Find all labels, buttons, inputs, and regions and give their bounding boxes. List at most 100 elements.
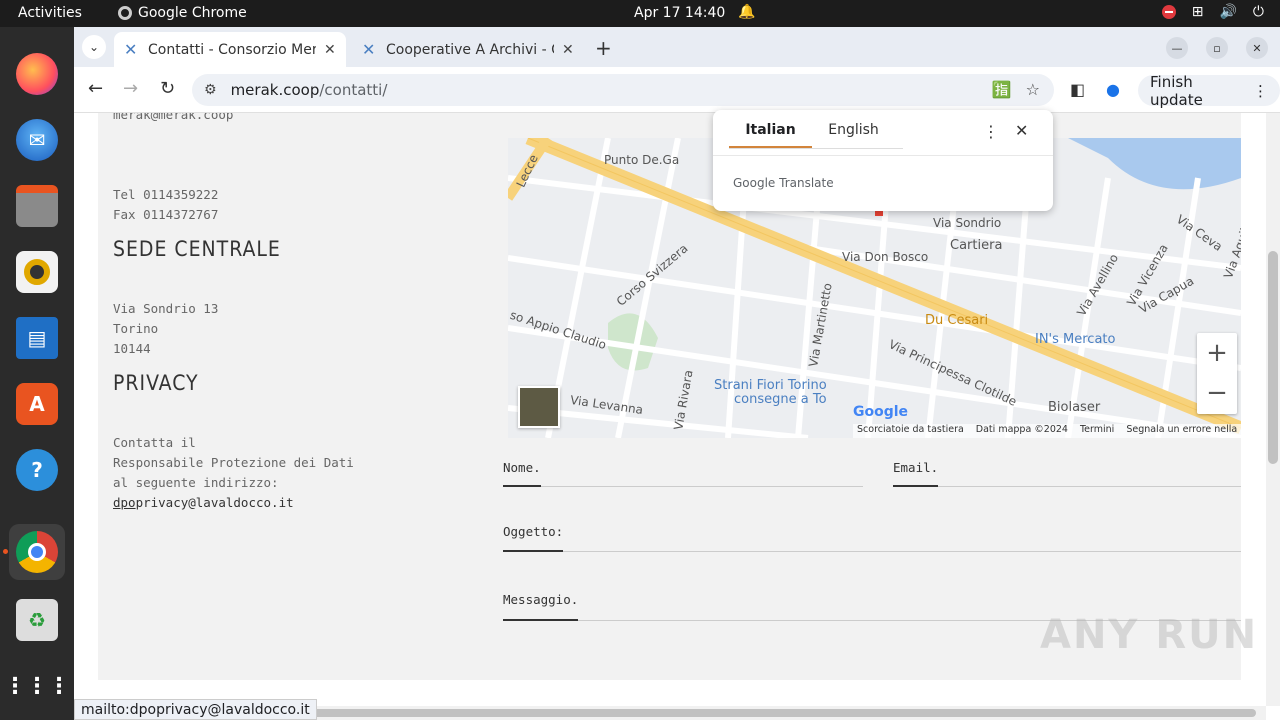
google-logo: Google bbox=[853, 404, 909, 420]
bell-icon[interactable]: 🔔 bbox=[738, 4, 755, 20]
network-icon: ⊞ bbox=[1191, 4, 1204, 20]
name-accent bbox=[503, 485, 541, 487]
thunderbird-launcher[interactable]: ✉ bbox=[9, 112, 65, 168]
tab-title: Cooperative A Archivi - C bbox=[386, 41, 554, 58]
close-tab-icon[interactable]: ✕ bbox=[562, 42, 574, 58]
thunderbird-icon: ✉ bbox=[16, 119, 58, 161]
vertical-scroll-thumb[interactable] bbox=[1268, 251, 1278, 464]
bookmark-star-icon[interactable]: ☆ bbox=[1026, 80, 1040, 99]
close-tab-icon[interactable]: ✕ bbox=[324, 42, 336, 58]
address-block: Via Sondrio 13 Torino 10144 bbox=[113, 299, 218, 359]
map-report-link[interactable]: Segnala un errore nella mappa bbox=[1126, 424, 1241, 438]
favicon-icon: ✕ bbox=[124, 39, 138, 59]
help-launcher[interactable]: ? bbox=[9, 442, 65, 498]
firefox-icon bbox=[16, 53, 58, 95]
translate-close-icon[interactable]: ✕ bbox=[1015, 121, 1028, 140]
trash-icon: ♻ bbox=[16, 599, 58, 641]
firefox-launcher[interactable] bbox=[9, 46, 65, 102]
activities-button[interactable]: Activities bbox=[18, 5, 82, 21]
horizontal-scrollbar[interactable] bbox=[310, 706, 1266, 720]
map-label-donbosco: Via Don Bosco bbox=[842, 250, 929, 264]
grid-icon: ⋮⋮⋮ bbox=[4, 673, 70, 699]
street-text: Via Sondrio 13 bbox=[113, 301, 219, 316]
email-field[interactable]: Email. bbox=[893, 460, 1241, 490]
app-name: Google Chrome bbox=[138, 5, 247, 21]
finish-update-button[interactable]: Finish update ⋮ bbox=[1138, 72, 1280, 109]
name-field[interactable]: Nome. bbox=[503, 460, 863, 490]
rhythmbox-launcher[interactable] bbox=[9, 244, 65, 300]
phone-block: Tel 0114359222 Fax 0114372767 bbox=[113, 185, 218, 225]
subject-field[interactable]: Oggetto: bbox=[503, 524, 1241, 554]
translate-tab-source[interactable]: Italian bbox=[729, 122, 812, 148]
minimize-button[interactable]: — bbox=[1166, 37, 1188, 59]
satellite-toggle[interactable] bbox=[518, 386, 560, 428]
address-bar[interactable]: ⚙ merak.coop/contatti/ 🈯 ☆ bbox=[192, 74, 1054, 106]
translate-tab-target[interactable]: English bbox=[812, 122, 895, 148]
files-icon bbox=[16, 185, 58, 227]
zoom-in-button[interactable]: + bbox=[1197, 333, 1237, 373]
url-text: merak.coop/contatti/ bbox=[231, 81, 388, 99]
privacy-line-1: Contatta il bbox=[113, 435, 196, 450]
translate-popup: Italian English ⋮ ✕ Google Translate bbox=[713, 110, 1053, 211]
writer-launcher[interactable]: ▤ bbox=[9, 310, 65, 366]
map-zoom-controls: + − bbox=[1197, 333, 1237, 414]
map-terms-link[interactable]: Termini bbox=[1080, 424, 1114, 438]
side-panel-icon[interactable]: ◧ bbox=[1070, 80, 1085, 99]
subject-accent bbox=[503, 550, 563, 552]
app-menu[interactable]: Google Chrome bbox=[118, 5, 247, 21]
vertical-scrollbar[interactable] bbox=[1266, 113, 1280, 706]
show-apps-button[interactable]: ⋮⋮⋮ bbox=[4, 658, 70, 714]
map-label-fiori2: consegne a To bbox=[734, 392, 827, 407]
writer-icon: ▤ bbox=[16, 317, 58, 359]
chevron-down-icon: ⌄ bbox=[88, 40, 100, 54]
tab-search-button[interactable]: ⌄ bbox=[82, 35, 106, 59]
zoom-out-button[interactable]: − bbox=[1197, 373, 1237, 413]
map-label-sondrio: Via Sondrio bbox=[933, 216, 1002, 230]
email-underline bbox=[893, 486, 1241, 487]
message-label: Messaggio. bbox=[503, 592, 579, 607]
subject-underline bbox=[503, 551, 1241, 552]
finish-update-label: Finish update bbox=[1150, 72, 1203, 109]
profile-icon[interactable]: ● bbox=[1106, 80, 1120, 99]
zip-text: 10144 bbox=[113, 341, 151, 356]
map-shortcuts-link[interactable]: Scorciatoie da tastiera bbox=[857, 424, 964, 438]
trash-launcher[interactable]: ♻ bbox=[9, 592, 65, 648]
app-center-launcher[interactable]: A bbox=[9, 376, 65, 432]
forward-arrow-icon[interactable]: → bbox=[123, 78, 138, 99]
privacy-email-rest: privacy@lavaldocco.it bbox=[135, 495, 294, 510]
back-arrow-icon[interactable]: ← bbox=[88, 78, 103, 99]
name-underline bbox=[503, 486, 863, 487]
reload-icon[interactable]: ↻ bbox=[160, 78, 175, 99]
tab-cooperative[interactable]: ✕ Cooperative A Archivi - C ✕ bbox=[352, 32, 584, 67]
clock[interactable]: Apr 17 14:40 bbox=[634, 5, 725, 21]
new-tab-button[interactable]: + bbox=[595, 36, 612, 60]
dock: ✉ ▤ A ? ♻ ⋮⋮⋮ bbox=[0, 27, 74, 720]
city-text: Torino bbox=[113, 321, 159, 336]
translate-more-icon[interactable]: ⋮ bbox=[983, 122, 999, 141]
toolbar: ← → ↻ ⚙ merak.coop/contatti/ 🈯 ☆ ◧ ● Fin… bbox=[74, 67, 1280, 113]
email-accent bbox=[893, 485, 938, 487]
privacy-email-prefix: dpo bbox=[113, 495, 136, 510]
site-info-icon[interactable]: ⚙ bbox=[204, 82, 217, 98]
tab-contatti[interactable]: ✕ Contatti - Consorzio Mer ✕ bbox=[114, 32, 346, 67]
do-not-disturb-icon bbox=[1161, 5, 1176, 19]
favicon-icon: ✕ bbox=[362, 39, 376, 59]
system-tray[interactable]: ⊞ 🔊 ⏻ bbox=[1161, 4, 1264, 20]
maximize-button[interactable]: ▫ bbox=[1206, 37, 1228, 59]
tab-title: Contatti - Consorzio Mer bbox=[148, 41, 316, 58]
volume-icon: 🔊 bbox=[1219, 4, 1237, 20]
help-icon: ? bbox=[16, 449, 58, 491]
translate-icon[interactable]: 🈯 bbox=[992, 80, 1012, 99]
system-top-bar: Activities Google Chrome Apr 17 14:40 🔔 … bbox=[0, 0, 1280, 27]
anyrun-watermark: ANY RUN bbox=[1040, 612, 1259, 658]
horizontal-scroll-thumb[interactable] bbox=[310, 709, 1256, 717]
privacy-email-link[interactable]: dpoprivacy@lavaldocco.it bbox=[113, 495, 294, 510]
close-window-button[interactable]: ✕ bbox=[1246, 37, 1268, 59]
rhythmbox-icon bbox=[16, 251, 58, 293]
power-icon: ⏻ bbox=[1252, 4, 1264, 20]
chrome-launcher[interactable] bbox=[9, 524, 65, 580]
omnibox-actions: 🈯 ☆ bbox=[992, 80, 1040, 99]
map-label-ducesari: Du Cesari bbox=[925, 313, 989, 328]
running-indicator bbox=[3, 549, 8, 554]
files-launcher[interactable] bbox=[9, 178, 65, 234]
